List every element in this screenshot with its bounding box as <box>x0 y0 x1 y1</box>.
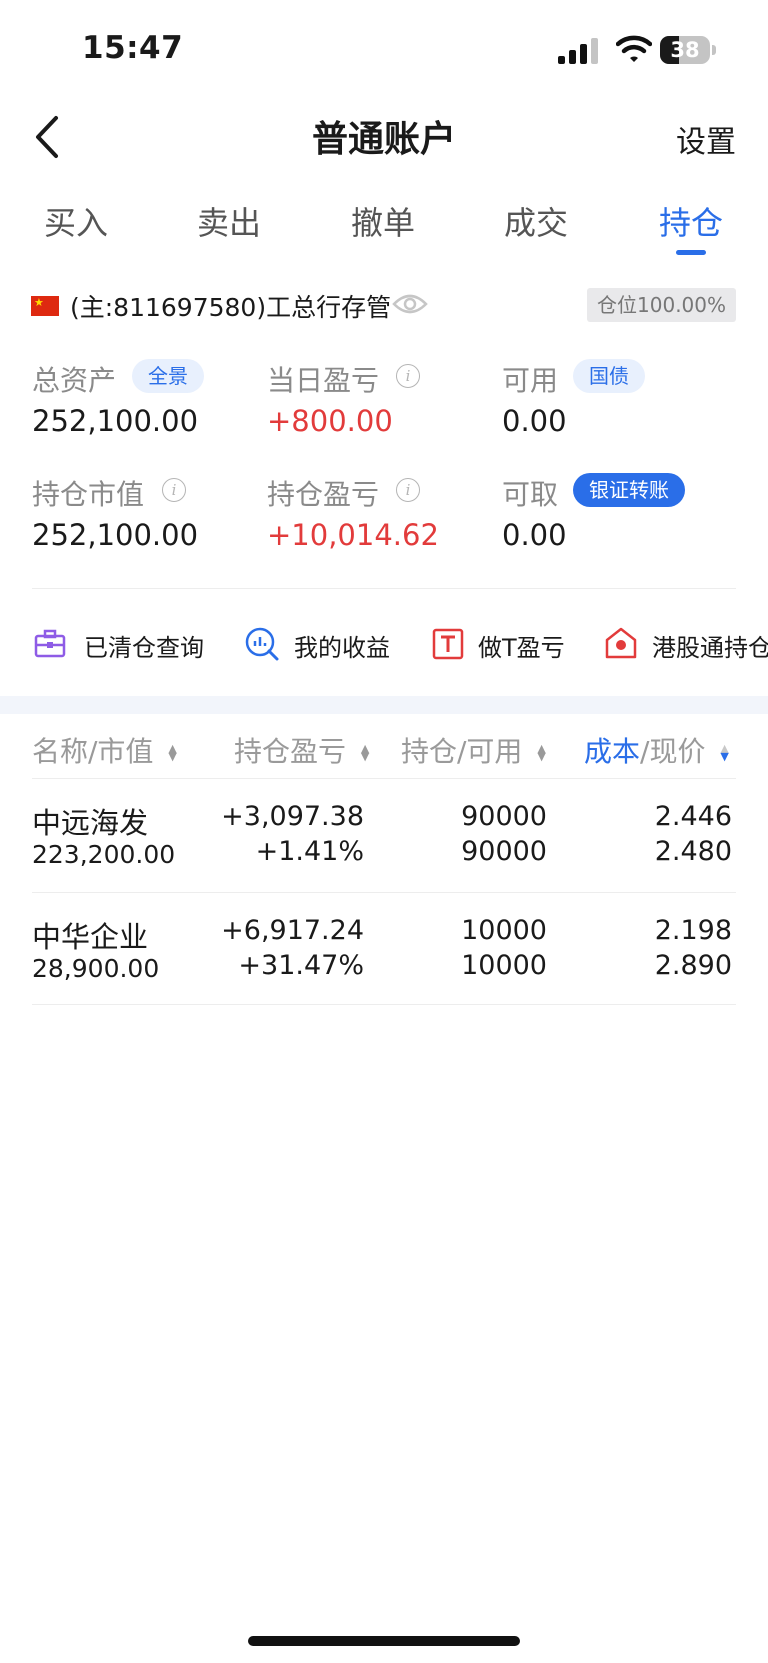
active-tab-indicator <box>676 250 706 255</box>
stock-hold: 10000 <box>461 915 547 946</box>
briefcase-icon <box>34 629 66 658</box>
header-hold-available[interactable]: 持仓/可用 ▲ ▼ <box>401 730 546 770</box>
t-box-icon <box>432 628 464 660</box>
header-cost-price[interactable]: 成本/现价 ▲ ▼ <box>584 730 729 770</box>
total-assets-label: 总资产 <box>32 364 117 397</box>
account-selector[interactable]: (主:811697580)工总行存管 <box>70 288 391 324</box>
shortcut-my-earnings[interactable]: 我的收益 <box>244 624 404 664</box>
position-pl-value: +10,014.62 <box>267 518 439 552</box>
stock-cost: 2.198 <box>654 915 732 946</box>
stock-available: 10000 <box>461 950 547 981</box>
tab-sell[interactable]: 卖出 <box>174 198 284 244</box>
settings-button[interactable]: 设置 <box>676 117 736 161</box>
hk-house-icon <box>605 627 637 659</box>
stock-hold: 90000 <box>461 801 547 832</box>
header-label: 持仓盈亏 <box>234 735 347 768</box>
status-time: 15:47 <box>82 30 184 66</box>
shortcut-hk-connect-holdings[interactable]: 港股通持仓 <box>604 624 768 664</box>
available-label: 可用 <box>502 364 559 397</box>
china-flag-icon: ★ <box>31 296 59 316</box>
shortcut-cleared-positions[interactable]: 已清仓查询 <box>32 624 212 664</box>
header-position-pl[interactable]: 持仓盈亏 ▲ ▼ <box>234 730 369 770</box>
battery-icon: 38 <box>660 36 716 64</box>
section-separator <box>0 696 768 714</box>
header-label: 持仓/可用 <box>401 735 523 768</box>
bond-button[interactable]: 国债 <box>573 359 645 393</box>
cellular-signal-icon <box>558 38 598 64</box>
shortcut-t-trade-pl[interactable]: 做T盈亏 <box>430 624 580 664</box>
stock-market-value: 28,900.00 <box>32 954 160 983</box>
withdrawable-label: 可取 <box>502 478 559 511</box>
battery-level: 38 <box>670 38 700 62</box>
tab-holdings[interactable]: 持仓 <box>636 198 746 244</box>
stock-pl-pct: +1.41% <box>255 836 364 867</box>
chart-magnifier-icon <box>245 627 279 661</box>
sort-icon: ▲ ▼ <box>537 742 546 763</box>
stock-cost: 2.446 <box>654 801 732 832</box>
shortcut-label: 已清仓查询 <box>84 634 204 662</box>
header-name-market-value[interactable]: 名称/市值 ▲ ▼ <box>32 730 177 770</box>
stock-pl: +6,917.24 <box>221 915 364 946</box>
page-title: 普通账户 <box>311 119 456 160</box>
available-value: 0.00 <box>502 404 567 438</box>
daily-pl-value: +800.00 <box>267 404 393 438</box>
total-assets-value: 252,100.00 <box>32 404 199 438</box>
sort-desc-icon: ▲ ▼ <box>720 742 729 763</box>
stock-name: 中远海发 <box>32 806 149 840</box>
info-icon[interactable]: i <box>396 364 420 388</box>
daily-pl-label: 当日盈亏 <box>267 364 380 397</box>
header-label: /现价 <box>640 735 706 768</box>
sort-icon: ▲ ▼ <box>168 742 177 763</box>
header-label: 名称/市值 <box>32 735 154 768</box>
stock-available: 90000 <box>461 836 547 867</box>
wifi-icon <box>616 35 652 62</box>
divider <box>32 1004 736 1005</box>
stock-pl: +3,097.38 <box>221 801 364 832</box>
shortcut-label: 我的收益 <box>294 634 390 662</box>
bank-transfer-button[interactable]: 银证转账 <box>573 473 685 507</box>
info-icon[interactable]: i <box>396 478 420 502</box>
sort-icon: ▲ ▼ <box>360 742 370 763</box>
home-indicator[interactable] <box>248 1636 520 1646</box>
withdrawable-value: 0.00 <box>502 518 567 552</box>
stock-name: 中华企业 <box>32 920 149 954</box>
eye-icon[interactable] <box>392 290 428 318</box>
overview-button[interactable]: 全景 <box>132 359 204 393</box>
divider <box>32 892 736 893</box>
stock-market-value: 223,200.00 <box>32 840 176 869</box>
tab-cancel[interactable]: 撤单 <box>328 198 438 244</box>
shortcut-label: 港股通持仓 <box>652 634 768 662</box>
market-value-label: 持仓市值 <box>32 478 145 511</box>
stock-pl-pct: +31.47% <box>238 950 364 981</box>
table-row[interactable]: 中华企业 28,900.00 +6,917.24 +31.47% 10000 1… <box>0 894 768 1004</box>
position-pl-label: 持仓盈亏 <box>267 478 380 511</box>
position-ratio-badge: 仓位100.00% <box>587 288 736 322</box>
divider <box>32 588 736 589</box>
shortcut-label: 做T盈亏 <box>478 634 565 662</box>
info-icon[interactable]: i <box>162 478 186 502</box>
stock-price: 2.480 <box>654 836 732 867</box>
stock-price: 2.890 <box>654 950 732 981</box>
table-row[interactable]: 中远海发 223,200.00 +3,097.38 +1.41% 90000 9… <box>0 780 768 892</box>
tab-trades[interactable]: 成交 <box>481 198 591 244</box>
tab-buy[interactable]: 买入 <box>21 198 131 244</box>
header-label: 成本 <box>584 735 641 768</box>
market-value-value: 252,100.00 <box>32 518 199 552</box>
divider <box>32 778 736 779</box>
